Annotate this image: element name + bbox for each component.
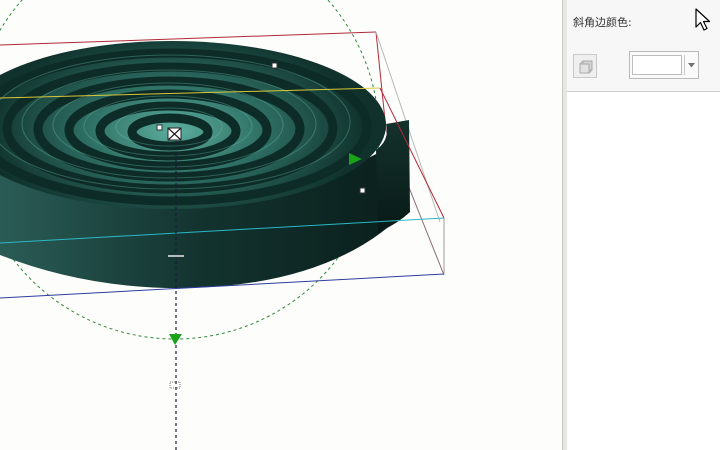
rotation-arrow-bottom[interactable] bbox=[169, 334, 182, 345]
mouse-pointer-icon bbox=[695, 8, 711, 31]
bevel-style-button[interactable] bbox=[573, 54, 597, 78]
handle-right[interactable] bbox=[359, 187, 366, 194]
drawing-canvas[interactable] bbox=[0, 0, 562, 450]
bevel-color-label: 斜角边颜色: bbox=[573, 16, 632, 29]
handle-top[interactable] bbox=[271, 62, 278, 69]
color-dropdown-button[interactable] bbox=[684, 55, 697, 75]
crosshair-icon[interactable] bbox=[167, 127, 182, 141]
axis-end-marker bbox=[169, 381, 181, 389]
handle-inner[interactable] bbox=[156, 124, 163, 131]
app-window: 斜角边颜色: bbox=[0, 0, 720, 450]
chevron-down-icon bbox=[688, 63, 695, 68]
color-swatch[interactable] bbox=[632, 55, 682, 75]
bevel-color-picker[interactable] bbox=[629, 51, 699, 79]
bevel-settings-section: 斜角边颜色: bbox=[567, 0, 720, 92]
bevel-style-icon bbox=[579, 60, 593, 74]
properties-panel: 斜角边颜色: bbox=[567, 0, 720, 450]
canvas-drawing bbox=[0, 0, 445, 450]
